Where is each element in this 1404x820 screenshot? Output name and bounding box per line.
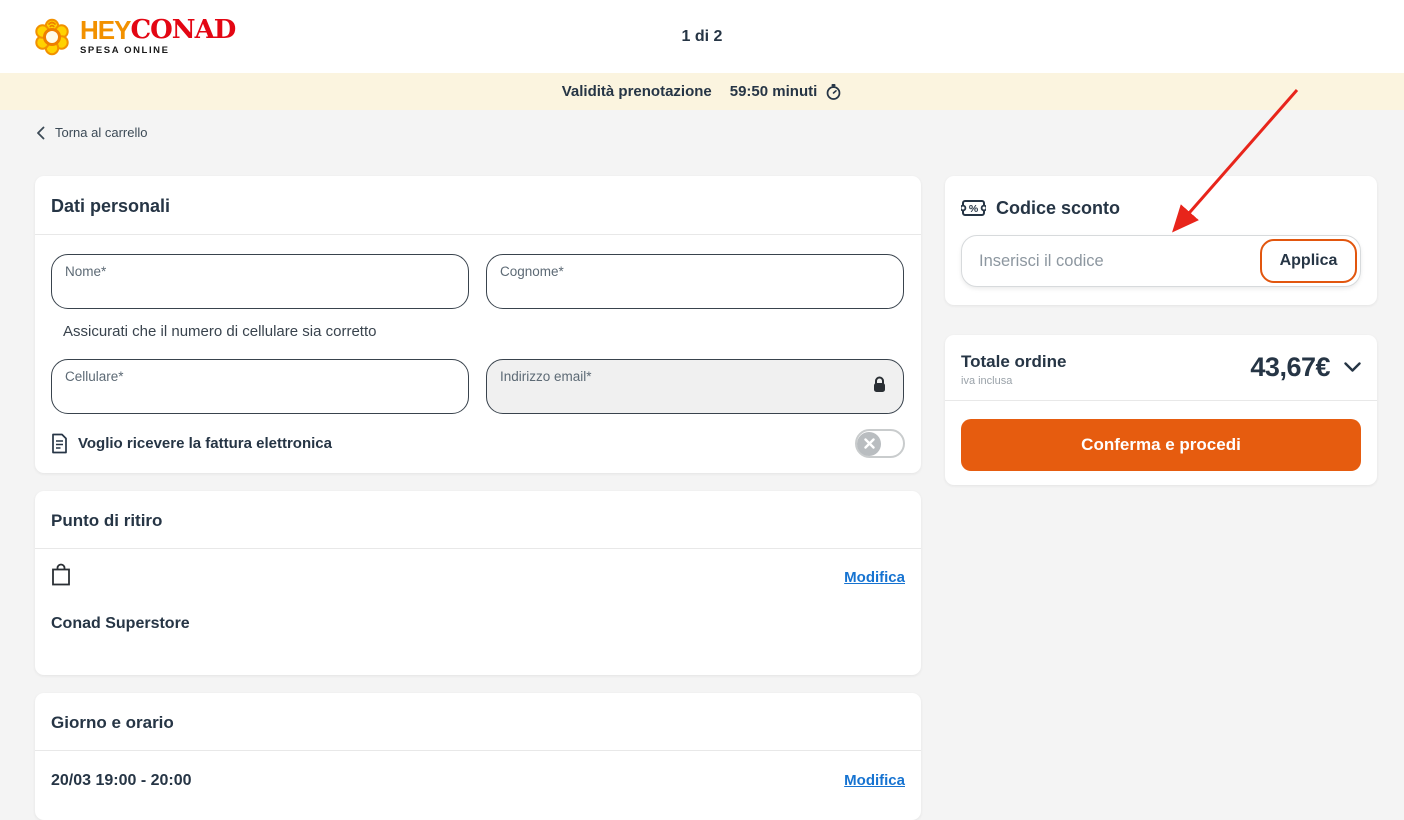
order-total-row: Totale ordine iva inclusa 43,67€: [945, 335, 1377, 401]
top-header: HEYCONAD SPESA ONLINE 1 di 2: [0, 0, 1404, 73]
cognome-input[interactable]: Cognome*: [486, 254, 904, 309]
invoice-label: Voglio ricevere la fattura elettronica: [78, 435, 332, 452]
pickup-store-name: Conad Superstore: [51, 615, 905, 633]
schedule-header: Giorno e orario: [35, 693, 921, 751]
right-column: % Codice sconto Applica Totale ordine iv…: [945, 176, 1377, 485]
discount-input-wrap: Applica: [961, 235, 1361, 287]
pickup-body: Modifica Conad Superstore: [35, 549, 921, 675]
nome-input[interactable]: Nome*: [51, 254, 469, 309]
personal-data-card: Dati personali Nome* Cognome* Assicurati…: [35, 176, 921, 473]
personal-data-header: Dati personali: [35, 176, 921, 235]
schedule-modify-link[interactable]: Modifica: [844, 772, 905, 789]
shopping-bag-icon: [51, 563, 71, 586]
stopwatch-icon: [825, 83, 842, 101]
schedule-slot: 20/03 19:00 - 20:00: [51, 772, 192, 790]
booking-validity-banner: Validità prenotazione 59:50 minuti: [0, 73, 1404, 110]
coupon-ticket-icon: %: [961, 196, 986, 220]
chevron-down-icon: [1344, 362, 1361, 373]
pickup-title: Punto di ritiro: [51, 511, 905, 531]
invoice-toggle[interactable]: [855, 429, 905, 458]
cellulare-input[interactable]: Cellulare*: [51, 359, 469, 414]
order-total-title: Totale ordine: [961, 352, 1066, 372]
validity-timer: 59:50 minuti: [730, 83, 818, 100]
step-indicator: 1 di 2: [0, 28, 1404, 46]
back-to-cart-link[interactable]: Torna al carrello: [36, 125, 148, 140]
chevron-left-icon: [36, 126, 45, 140]
validity-label: Validità prenotazione: [562, 83, 712, 100]
pickup-header: Punto di ritiro: [35, 491, 921, 549]
logo-subtitle: SPESA ONLINE: [80, 46, 235, 56]
personal-data-title: Dati personali: [51, 196, 905, 217]
discount-title-row: % Codice sconto: [961, 196, 1361, 220]
discount-title: Codice sconto: [996, 198, 1120, 219]
phone-note: Assicurati che il numero di cellulare si…: [63, 323, 905, 340]
pickup-modify-link[interactable]: Modifica: [844, 569, 905, 586]
confirm-proceed-button[interactable]: Conferma e procedi: [961, 419, 1361, 471]
order-total-amount: 43,67€: [1250, 352, 1330, 383]
checkout-main: Dati personali Nome* Cognome* Assicurati…: [35, 176, 1377, 820]
order-total-labels: Totale ordine iva inclusa: [961, 352, 1066, 387]
toggle-knob-x-icon: [857, 432, 881, 456]
back-link-label: Torna al carrello: [55, 125, 148, 140]
cognome-label: Cognome*: [500, 264, 564, 279]
schedule-title: Giorno e orario: [51, 713, 905, 733]
personal-data-body: Nome* Cognome* Assicurati che il numero …: [35, 235, 921, 473]
discount-code-card: % Codice sconto Applica: [945, 176, 1377, 305]
svg-text:%: %: [969, 203, 979, 215]
left-column: Dati personali Nome* Cognome* Assicurati…: [35, 176, 921, 820]
invoice-row: Voglio ricevere la fattura elettronica: [51, 429, 905, 458]
vat-note: iva inclusa: [961, 375, 1066, 387]
email-label: Indirizzo email*: [500, 369, 592, 384]
total-expand-toggle[interactable]: [1344, 362, 1361, 373]
schedule-card: Giorno e orario 20/03 19:00 - 20:00 Modi…: [35, 693, 921, 820]
nome-label: Nome*: [65, 264, 106, 279]
order-total-footer: Conferma e procedi: [945, 401, 1377, 485]
apply-discount-button[interactable]: Applica: [1260, 239, 1357, 283]
pickup-card: Punto di ritiro Modifica Conad Superstor…: [35, 491, 921, 675]
cellulare-label: Cellulare*: [65, 369, 124, 384]
lock-icon: [872, 375, 887, 398]
email-input: Indirizzo email*: [486, 359, 904, 414]
order-total-card: Totale ordine iva inclusa 43,67€ Conferm…: [945, 335, 1377, 485]
invoice-document-icon: [51, 433, 68, 454]
